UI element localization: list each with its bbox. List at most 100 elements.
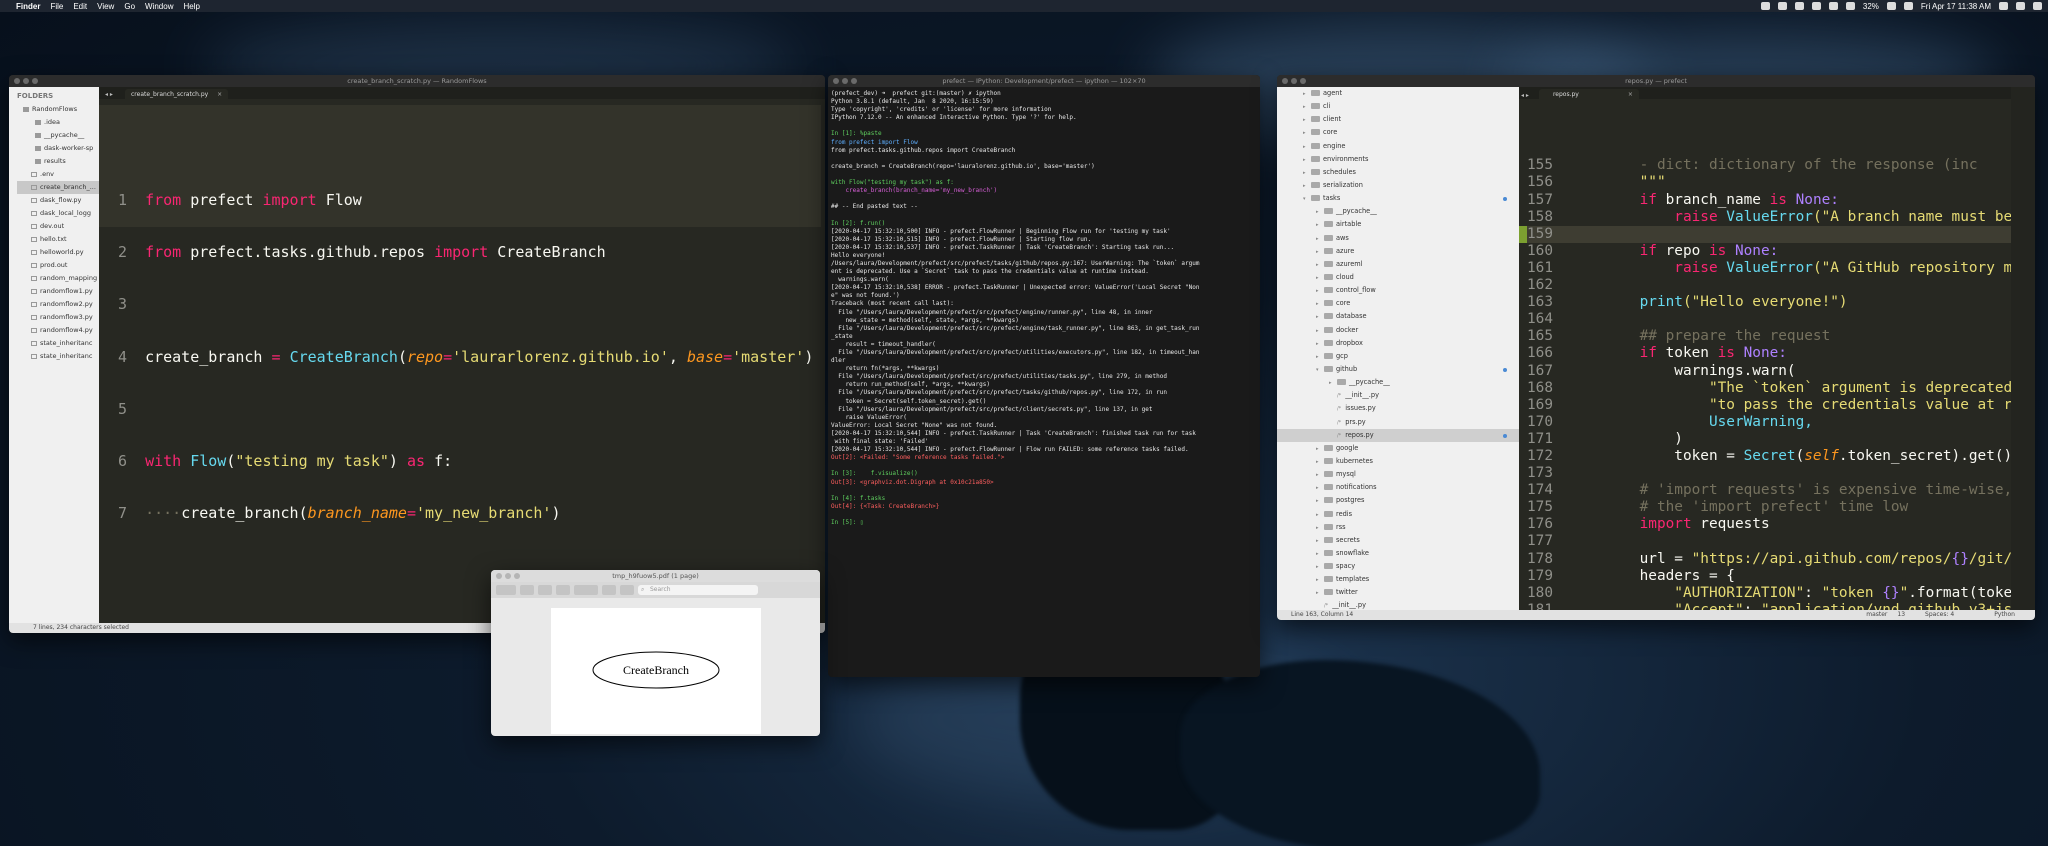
close-button[interactable] <box>833 78 839 84</box>
sidebar-item[interactable]: ▸ postgres <box>1277 494 1519 507</box>
sidebar-toggle-button[interactable] <box>496 585 516 595</box>
sidebar-item[interactable]: create_branch_... <box>17 181 99 194</box>
markup-button[interactable] <box>574 585 598 595</box>
zoom-button[interactable] <box>32 78 38 84</box>
clock[interactable]: Fri Apr 17 11:38 AM <box>1921 2 1991 11</box>
zoom-out-button[interactable] <box>520 585 534 595</box>
sidebar-item[interactable]: ▸ __pycache__ <box>1277 205 1519 218</box>
sidebar-item[interactable]: ▾ github <box>1277 363 1519 376</box>
rotate-button[interactable] <box>620 585 634 595</box>
sidebar-item[interactable]: .env <box>17 168 99 181</box>
bluetooth-icon[interactable] <box>1828 2 1838 10</box>
sidebar-item[interactable]: RandomFlows <box>17 103 99 116</box>
sidebar-item[interactable]: randomflow2.py <box>17 298 99 311</box>
menu-help[interactable]: Help <box>183 2 199 11</box>
user-icon[interactable] <box>1903 2 1913 10</box>
minimize-button[interactable] <box>505 573 511 579</box>
wifi-icon[interactable] <box>1845 2 1855 10</box>
status-icon[interactable] <box>1794 2 1804 10</box>
close-button[interactable] <box>1282 78 1288 84</box>
sidebar-item[interactable]: prod.out <box>17 259 99 272</box>
status-icon[interactable] <box>1760 2 1770 10</box>
notification-center-icon[interactable] <box>2033 2 2042 10</box>
close-button[interactable] <box>496 573 502 579</box>
minimize-button[interactable] <box>842 78 848 84</box>
sidebar-item[interactable]: ▸ docker <box>1277 324 1519 337</box>
sidebar-item[interactable]: results <box>17 155 99 168</box>
sidebar-item[interactable]: /* __init__.py <box>1277 389 1519 402</box>
sidebar-item[interactable]: randomflow4.py <box>17 324 99 337</box>
sidebar-item[interactable]: ▸ core <box>1277 126 1519 139</box>
sidebar-item[interactable]: dev.out <box>17 220 99 233</box>
sidebar-item[interactable]: /* repos.py <box>1277 428 1519 442</box>
minimize-button[interactable] <box>1291 78 1297 84</box>
sidebar-item[interactable]: ▸ __pycache__ <box>1277 376 1519 389</box>
sidebar-item[interactable]: ▸ spacy <box>1277 560 1519 573</box>
sidebar-item[interactable]: ▸ cloud <box>1277 271 1519 284</box>
search-field[interactable]: ⌕ Search <box>638 585 758 595</box>
sidebar-item[interactable]: /* issues.py <box>1277 402 1519 415</box>
sidebar-item[interactable]: hello.txt <box>17 233 99 246</box>
menu-go[interactable]: Go <box>124 2 135 11</box>
sidebar-item[interactable]: /* prs.py <box>1277 416 1519 429</box>
minimize-button[interactable] <box>23 78 29 84</box>
sidebar-item[interactable]: ▸ azure <box>1277 245 1519 258</box>
sidebar-item[interactable]: ▸ schedules <box>1277 166 1519 179</box>
minimap[interactable] <box>2011 87 2035 610</box>
dropbox-icon[interactable] <box>1777 2 1787 10</box>
sidebar-item[interactable]: state_inheritanc <box>17 337 99 350</box>
sidebar-item[interactable]: ▸ gcp <box>1277 350 1519 363</box>
terminal-output[interactable]: (prefect_dev) ➜ prefect git:(master) ✗ i… <box>828 87 1260 675</box>
battery-percent[interactable]: 32% <box>1863 2 1879 11</box>
sidebar-item[interactable]: dask-worker-sp <box>17 142 99 155</box>
close-button[interactable] <box>14 78 20 84</box>
sidebar-item[interactable]: ▸ control_flow <box>1277 284 1519 297</box>
menu-app-finder[interactable]: Finder <box>16 2 40 11</box>
zoom-button[interactable] <box>1300 78 1306 84</box>
lock-button[interactable] <box>602 585 616 595</box>
syntax-mode[interactable]: Python <box>1994 610 2015 620</box>
sidebar-item[interactable]: helloworld.py <box>17 246 99 259</box>
title-bar[interactable]: prefect — IPython: Development/prefect —… <box>828 75 1260 87</box>
sidebar-item[interactable]: ▸ notifications <box>1277 481 1519 494</box>
menu-view[interactable]: View <box>97 2 114 11</box>
siri-icon[interactable] <box>2016 2 2025 10</box>
git-count[interactable]: 13 <box>1897 610 1905 620</box>
sync-icon[interactable] <box>1811 2 1821 10</box>
sidebar-item[interactable]: ▸ snowflake <box>1277 547 1519 560</box>
sidebar-item[interactable]: ▾ tasks <box>1277 192 1519 205</box>
sidebar-item[interactable]: ▸ dropbox <box>1277 337 1519 350</box>
sidebar-item[interactable]: random_mapping <box>17 272 99 285</box>
tab-nav-arrows-icon[interactable]: ◂ ▸ <box>105 91 113 98</box>
title-bar[interactable]: create_branch_scratch.py — RandomFlows <box>9 75 825 87</box>
zoom-button[interactable] <box>851 78 857 84</box>
sidebar-item[interactable]: ▸ kubernetes <box>1277 455 1519 468</box>
sidebar-item[interactable]: randomflow3.py <box>17 311 99 324</box>
sidebar-item[interactable]: ▸ mysql <box>1277 468 1519 481</box>
sidebar-item[interactable]: ▸ twitter <box>1277 586 1519 599</box>
sidebar-item[interactable]: ▸ aws <box>1277 232 1519 245</box>
sidebar-item[interactable]: randomflow1.py <box>17 285 99 298</box>
sidebar-item[interactable]: ▸ cli <box>1277 100 1519 113</box>
sidebar-item[interactable]: ▸ client <box>1277 113 1519 126</box>
sidebar-item[interactable]: ▸ secrets <box>1277 534 1519 547</box>
zoom-button[interactable] <box>514 573 520 579</box>
sidebar-item[interactable]: ▸ rss <box>1277 521 1519 534</box>
title-bar[interactable]: repos.py — prefect <box>1277 75 2035 87</box>
sidebar-item[interactable]: dask_local_logg <box>17 207 99 220</box>
sidebar-item[interactable]: ▸ airtable <box>1277 218 1519 231</box>
sidebar-item[interactable]: state_inheritanc <box>17 350 99 363</box>
sidebar-item[interactable]: ▸ serialization <box>1277 179 1519 192</box>
tab-create-branch[interactable]: create_branch_scratch.py × <box>125 89 229 99</box>
sidebar-item[interactable]: ▸ environments <box>1277 153 1519 166</box>
search-icon[interactable] <box>1999 2 2008 10</box>
battery-icon[interactable] <box>1886 2 1896 10</box>
tab-close-icon[interactable]: × <box>217 91 222 98</box>
share-button[interactable] <box>556 585 570 595</box>
sidebar-item[interactable]: __pycache__ <box>17 129 99 142</box>
sidebar-item[interactable]: .idea <box>17 116 99 129</box>
git-branch[interactable]: master <box>1866 610 1887 620</box>
sidebar-item[interactable]: ▸ engine <box>1277 140 1519 153</box>
sidebar-item[interactable]: /* __init__.py <box>1277 599 1519 610</box>
code-area[interactable]: 1 from prefect import Flow 2 from prefec… <box>99 105 821 592</box>
